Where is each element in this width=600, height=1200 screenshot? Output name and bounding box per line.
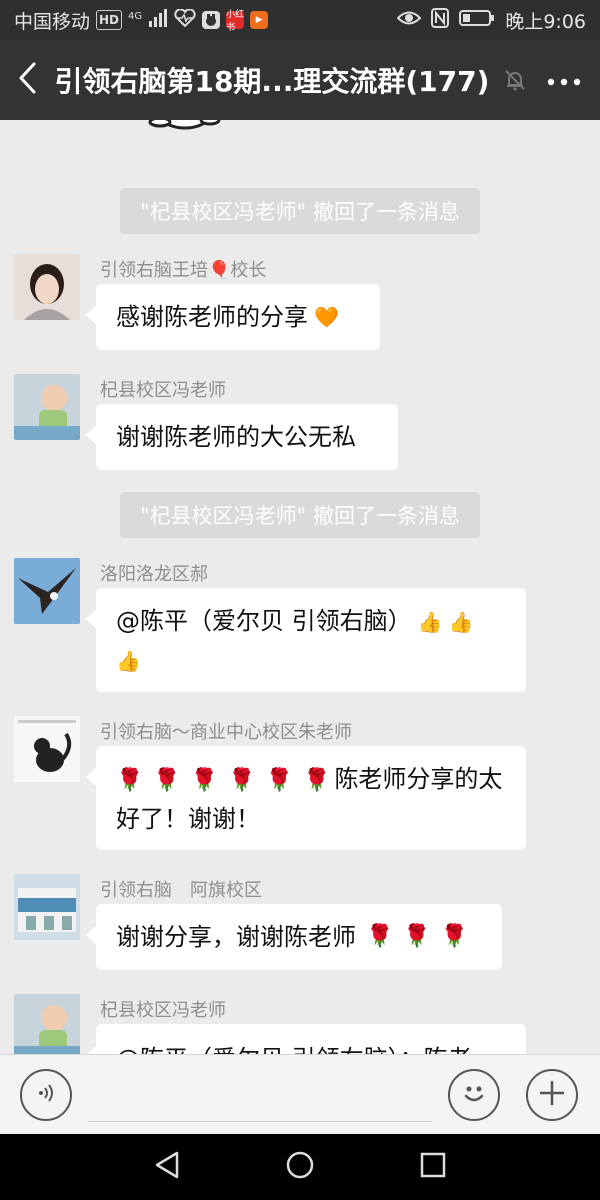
avatar[interactable]: [14, 254, 80, 320]
message-bubble[interactable]: @陈平（爱尔贝 引领右脑）：陈老: [86, 1024, 526, 1054]
thumbs-up-emoji: 👍: [448, 610, 474, 634]
triangle-back-icon: [153, 1150, 181, 1184]
message-text: 好了！谢谢！: [116, 805, 260, 833]
circle-home-icon: [285, 1150, 315, 1184]
rose-emoji: 🌹: [440, 924, 469, 949]
thumbs-up-emoji: 👍: [417, 610, 443, 634]
message-text: @陈平（爱尔贝 引领右脑）：陈老: [116, 1038, 472, 1054]
group-title: 引领右脑第18期...理交流群(177): [54, 65, 490, 98]
avatar[interactable]: [14, 558, 80, 624]
mute-bell-icon: [503, 67, 527, 93]
rose-emoji: 🌹: [153, 768, 181, 793]
nfc-icon: [431, 7, 450, 33]
chevron-left-icon: [16, 61, 38, 99]
nav-back-button[interactable]: [146, 1146, 188, 1188]
rose-emoji: 🌹: [265, 768, 294, 793]
message-text: 谢谢陈老师的大公无私: [116, 423, 356, 451]
heart-pulse-icon: [174, 7, 196, 32]
message-text-block: 🌹 🌹 🌹 🌹 🌹 🌹 陈老师分享的太 好了！谢谢！: [116, 760, 502, 838]
emoji-button[interactable]: [448, 1069, 500, 1121]
plus-icon: [537, 1078, 567, 1112]
message-text: 感谢陈老师的分享: [116, 303, 308, 331]
rose-emoji: 🌹: [403, 924, 431, 949]
app-icon-video: ▶: [250, 11, 269, 29]
message-bubble[interactable]: 谢谢分享，谢谢陈老师 🌹 🌹 🌹: [86, 904, 502, 970]
more-dots-icon: [547, 71, 581, 90]
nav-recents-button[interactable]: [412, 1146, 454, 1188]
voice-icon: [34, 1081, 58, 1109]
message-bubble[interactable]: 🌹 🌹 🌹 🌹 🌹 🌹 陈老师分享的太 好了！谢谢！: [86, 746, 526, 850]
message-text: 谢谢分享，谢谢陈老师: [116, 923, 356, 951]
emoji-icon: [459, 1078, 489, 1112]
rose-emoji: 🌹: [366, 924, 394, 949]
rose-emoji: 🌹: [303, 768, 331, 793]
status-bar: 中国移动 HD 4G 小红书 ▶ 晚上9:06: [0, 0, 600, 40]
message-bubble[interactable]: @陈平（爱尔贝 引领右脑） 👍 👍 👍: [86, 588, 526, 692]
avatar[interactable]: [14, 374, 80, 440]
sender-name: 杞县校区冯老师: [100, 1000, 226, 1021]
network-type: 4G: [128, 11, 143, 22]
app-icon-xiaohongshu: 小红书: [226, 10, 245, 33]
sender-name: 引领右脑 阿旗校区: [100, 880, 262, 901]
heart-emoji: 🧡: [314, 305, 339, 329]
message-bubble[interactable]: 谢谢陈老师的大公无私: [86, 404, 398, 470]
rose-emoji: 🌹: [116, 768, 144, 793]
avatar[interactable]: [14, 874, 80, 940]
message-bubble[interactable]: 感谢陈老师的分享 🧡: [86, 284, 380, 350]
more-button[interactable]: [527, 40, 600, 120]
chat-area[interactable]: "杞县校区冯老师" 撤回了一条消息 引领右脑王培🎈校长 感谢陈老师的分享 🧡 杞县…: [0, 120, 600, 1054]
rose-emoji: 🌹: [228, 768, 256, 793]
sender-name: 杞县校区冯老师: [100, 380, 226, 401]
hd-badge: HD: [96, 10, 123, 30]
back-button[interactable]: [0, 40, 54, 120]
sender-name: 引领右脑王培🎈校长: [100, 260, 267, 281]
message-input[interactable]: [88, 1121, 432, 1122]
signal-icon: [148, 8, 168, 32]
message-text-block: @陈平（爱尔贝 引领右脑） 👍 👍 👍: [116, 602, 473, 680]
input-bar: [0, 1054, 600, 1134]
sender-name: 洛阳洛龙区郝: [100, 564, 208, 585]
square-recents-icon: [419, 1151, 447, 1183]
clock: 晚上9:06: [505, 10, 586, 33]
sender-name: 引领右脑～商业中心校区朱老师: [100, 722, 352, 743]
voice-button[interactable]: [20, 1069, 72, 1121]
plus-button[interactable]: [526, 1069, 578, 1121]
sticker-image: [140, 120, 230, 150]
message-text: 陈老师分享的太: [334, 765, 503, 793]
app-icon-1: [202, 11, 221, 29]
rose-emoji: 🌹: [190, 768, 219, 793]
eye-icon: [396, 9, 422, 32]
avatar[interactable]: [14, 994, 80, 1054]
message-text: @陈平（爱尔贝 引领右脑）: [116, 607, 412, 635]
carrier-label: 中国移动: [14, 10, 91, 33]
chat-header: 引领右脑第18期...理交流群(177): [0, 40, 600, 120]
system-nav-bar: [0, 1134, 600, 1200]
recall-notice: "杞县校区冯老师" 撤回了一条消息: [120, 492, 480, 538]
thumbs-up-emoji: 👍: [116, 649, 141, 673]
battery-icon: [459, 9, 495, 32]
avatar[interactable]: [14, 716, 80, 782]
recall-notice: "杞县校区冯老师" 撤回了一条消息: [120, 188, 480, 234]
nav-home-button[interactable]: [279, 1146, 321, 1188]
